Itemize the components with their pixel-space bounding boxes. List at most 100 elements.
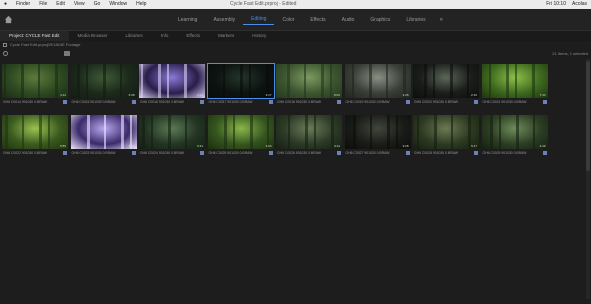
clip-item[interactable]: 6:31 GH6 C0024 901030 0.BRAW	[139, 115, 205, 164]
panel-tab-1[interactable]: Media Browser	[69, 31, 117, 41]
clip-duration: 4:12	[60, 93, 66, 97]
menu-go[interactable]: Go	[94, 0, 101, 9]
apple-icon[interactable]: ●	[4, 0, 7, 9]
menu-edit[interactable]: Edit	[56, 0, 65, 9]
clip-type-icon	[268, 100, 273, 104]
clip-item[interactable]: 9:12 GH6 C0026 901030 0.BRAW	[276, 115, 342, 164]
clip-item[interactable]: 6:08 GH6 C0015 901030 0.BRAW	[70, 64, 137, 113]
clip-thumbnail[interactable]: 5:17	[413, 115, 479, 149]
clip-name: GH6 C0028 901030 0.BRAW	[414, 151, 458, 155]
clip-item[interactable]: 3:17 GH6 C0017 901030 0.BRAW	[206, 63, 275, 113]
workspace-tab-graphics[interactable]: Graphics	[362, 17, 398, 23]
clip-duration: 8:02	[334, 93, 340, 97]
clip-name: GH6 C0014 901030 0.BRAW	[3, 100, 47, 104]
clip-name: GH6 C0024 901030 0.BRAW	[140, 151, 184, 155]
clip-item[interactable]: 2:10 GH6 C0020 901030 0.BRAW	[413, 64, 479, 113]
clip-duration: 5:21	[197, 93, 203, 97]
clip-type-icon	[337, 151, 341, 155]
clip-duration: 9:12	[334, 144, 340, 148]
clip-thumbnail[interactable]: 9:12	[276, 115, 342, 149]
clip-name: GH6 C0016 901030 0.BRAW	[140, 100, 184, 104]
panel-tab-2[interactable]: Libraries	[117, 31, 152, 41]
clip-duration: 4:04	[265, 144, 272, 148]
clip-thumbnail[interactable]: 3:28	[344, 115, 411, 149]
clip-type-icon	[337, 100, 341, 104]
clip-item[interactable]: 4:49 GH6 C0029 901030 0.BRAW	[481, 115, 548, 164]
clip-item[interactable]: 3:40 GH6 C0023 901030 0.BRAW	[70, 115, 137, 164]
workspace-tab-audio[interactable]: Audio	[334, 17, 363, 23]
scrollbar[interactable]	[586, 59, 590, 299]
clip-thumbnail[interactable]: 4:04	[207, 115, 274, 149]
clip-type-icon	[542, 100, 547, 104]
item-count: 21 Items, 1 selected	[552, 51, 588, 56]
clip-type-icon	[63, 151, 67, 155]
bin-icon[interactable]	[64, 51, 70, 56]
workspace-tab-libraries[interactable]: Libraries	[398, 17, 433, 23]
menu-status-1: Acolas	[571, 1, 587, 7]
clip-thumbnail[interactable]: 4:26	[344, 64, 411, 98]
workspace-tabs: Learning Assembly Editing Color Effects Audio…	[170, 9, 449, 31]
workspace-tab-color[interactable]: Color	[274, 17, 302, 23]
clip-item[interactable]: 5:21 GH6 C0016 901030 0.BRAW	[139, 64, 205, 113]
clip-duration: 5:17	[471, 144, 477, 148]
clip-item[interactable]: 8:02 GH6 C0018 901030 0.BRAW	[276, 64, 342, 113]
panel-tab-0[interactable]: Project: CYCLE Fast Edit	[0, 31, 69, 41]
panel-tab-3[interactable]: Info	[152, 31, 178, 41]
menu-finder[interactable]: Finder	[16, 0, 30, 9]
scrollbar-thumb[interactable]	[586, 61, 590, 171]
search-icon[interactable]	[3, 51, 8, 56]
panel-tab-4[interactable]: Effects	[177, 31, 209, 41]
menu-file[interactable]: File	[39, 0, 47, 9]
clip-name: GH6 C0023 901030 0.BRAW	[71, 151, 116, 155]
clip-item[interactable]: 5:55 GH6 C0022 901030 0.BRAW	[2, 115, 68, 164]
clip-item[interactable]: 5:17 GH6 C0028 901030 0.BRAW	[413, 115, 479, 164]
clip-thumbnail[interactable]: 6:08	[70, 64, 137, 98]
clip-thumbnail[interactable]: 2:10	[413, 64, 479, 98]
clip-thumbnail[interactable]: 5:55	[2, 115, 68, 149]
clip-type-icon	[200, 151, 204, 155]
menu-window[interactable]: Window	[109, 0, 127, 9]
clip-thumbnail[interactable]: 7:43	[481, 64, 548, 98]
clip-type-icon	[63, 100, 67, 104]
menu-bar: ● Finder File Edit View Go Window Help Cycle Fa…	[0, 0, 591, 9]
clip-thumbnail[interactable]: 5:21	[139, 64, 205, 98]
clip-item[interactable]: 4:12 GH6 C0014 901030 0.BRAW	[2, 64, 68, 113]
clip-grid: 4:12 GH6 C0014 901030 0.BRAW 6:08 GH6 C0015…	[2, 63, 548, 166]
workspace-tab-effects[interactable]: Effects	[302, 17, 333, 23]
menu-help[interactable]: Help	[136, 0, 146, 9]
clip-thumbnail[interactable]: 3:40	[70, 115, 137, 149]
menu-view[interactable]: View	[74, 0, 85, 9]
clip-item[interactable]: 4:26 GH6 C0019 901030 0.BRAW	[344, 64, 411, 113]
workspace-tab-learning[interactable]: Learning	[170, 17, 205, 23]
clip-thumbnail[interactable]: 8:02	[276, 64, 342, 98]
clip-duration: 3:28	[402, 144, 409, 148]
clip-name: GH6 C0017 901030 0.BRAW	[208, 100, 253, 104]
clip-thumbnail[interactable]: 4:49	[481, 115, 548, 149]
clip-item[interactable]: 4:04 GH6 C0025 901030 0.BRAW	[207, 115, 274, 164]
menu-status-0: Fri 10:10	[546, 1, 566, 7]
clip-name: GH6 C0018 901030 0.BRAW	[277, 100, 321, 104]
workspace-more-icon[interactable]: »	[434, 17, 449, 23]
project-toolbar: 21 Items, 1 selected	[0, 49, 591, 59]
clip-item[interactable]: 3:28 GH6 C0027 901030 0.BRAW	[344, 115, 411, 164]
clip-name: GH6 C0029 901030 0.BRAW	[482, 151, 527, 155]
panel-tab-6[interactable]: History	[243, 31, 275, 41]
clip-name: GH6 C0022 901030 0.BRAW	[3, 151, 47, 155]
clip-thumbnail[interactable]: 6:31	[139, 115, 205, 149]
clip-type-icon	[542, 151, 547, 155]
clip-thumbnail[interactable]: 4:12	[2, 64, 68, 98]
clip-duration: 4:26	[402, 93, 409, 97]
workspace-tab-editing[interactable]: Editing	[243, 16, 275, 25]
clip-item[interactable]: 7:43 GH6 C0021 901030 0.BRAW	[481, 64, 548, 113]
clip-name: GH6 C0021 901030 0.BRAW	[482, 100, 527, 104]
clip-thumbnail[interactable]: 3:17	[206, 63, 275, 99]
menu-status: Fri 10:10 Acolas	[546, 0, 587, 9]
home-icon[interactable]	[4, 15, 13, 24]
clip-name: GH6 C0020 901030 0.BRAW	[414, 100, 458, 104]
clip-duration: 2:10	[471, 93, 477, 97]
clip-type-icon	[200, 100, 204, 104]
clip-duration: 5:55	[60, 144, 66, 148]
panel-tab-5[interactable]: Markers	[209, 31, 243, 41]
clip-name: GH6 C0027 901030 0.BRAW	[345, 151, 390, 155]
workspace-tab-assembly[interactable]: Assembly	[205, 17, 243, 23]
